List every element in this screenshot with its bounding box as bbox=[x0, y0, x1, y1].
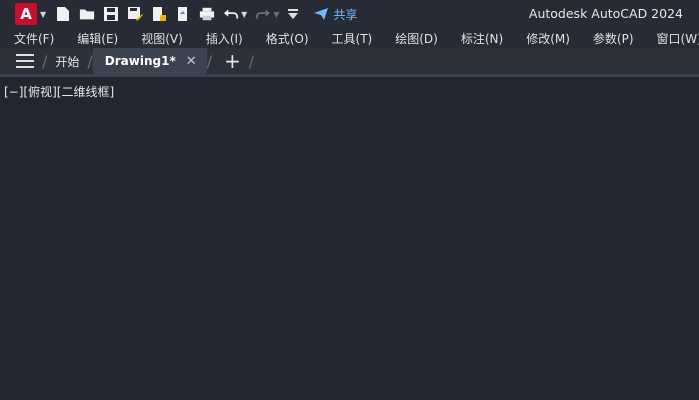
title-bar: A ▼ ▼ ▼ 共享 Autodesk AutoCAD 2024 bbox=[0, 0, 699, 28]
hamburger-menu-icon[interactable] bbox=[16, 54, 34, 68]
menu-parametric[interactable]: 参数(P) bbox=[593, 30, 634, 47]
menu-view[interactable]: 视图(V) bbox=[141, 30, 183, 47]
tab-drawing1-label: Drawing1* bbox=[104, 54, 176, 68]
window-title: Autodesk AutoCAD 2024 bbox=[528, 6, 683, 21]
redo-icon[interactable] bbox=[255, 6, 271, 22]
quick-access-toolbar: ▼ ▼ 共享 bbox=[55, 6, 357, 23]
menu-dimension[interactable]: 标注(N) bbox=[461, 30, 503, 47]
save-icon[interactable] bbox=[103, 6, 119, 22]
new-tab-icon[interactable]: + bbox=[224, 51, 241, 71]
tab-separator: / bbox=[248, 51, 255, 71]
menu-tools[interactable]: 工具(T) bbox=[332, 30, 373, 47]
menu-modify[interactable]: 修改(M) bbox=[526, 30, 570, 47]
share-button[interactable]: 共享 bbox=[313, 6, 357, 23]
menu-edit[interactable]: 编辑(E) bbox=[77, 30, 118, 47]
close-tab-icon[interactable]: ✕ bbox=[186, 54, 197, 69]
share-label: 共享 bbox=[333, 7, 358, 22]
save-as-icon[interactable] bbox=[127, 6, 144, 22]
file-tab-bar: / 开始 / Drawing1* ✕ / + / bbox=[0, 48, 699, 77]
redo-dropdown-icon[interactable]: ▼ bbox=[273, 10, 279, 19]
viewport-controls-label[interactable]: [−][俯视][二维线框] bbox=[4, 83, 114, 100]
open-folder-icon[interactable] bbox=[79, 6, 95, 22]
menu-file[interactable]: 文件(F) bbox=[14, 30, 54, 47]
undo-icon[interactable] bbox=[223, 6, 239, 22]
tab-separator: / bbox=[42, 51, 48, 71]
print-icon[interactable] bbox=[199, 6, 215, 22]
application-menu-button[interactable]: A bbox=[15, 3, 37, 25]
app-logo-letter: A bbox=[20, 4, 32, 23]
menu-format[interactable]: 格式(O) bbox=[266, 30, 309, 47]
tab-start[interactable]: 开始 bbox=[55, 53, 79, 70]
menu-draw[interactable]: 绘图(D) bbox=[395, 30, 438, 47]
drawing-canvas[interactable]: [−][俯视][二维线框] bbox=[0, 77, 699, 400]
new-file-icon[interactable] bbox=[55, 6, 71, 22]
open-from-web-icon[interactable] bbox=[151, 6, 167, 22]
undo-dropdown-icon[interactable]: ▼ bbox=[241, 10, 247, 19]
app-menu-dropdown-icon[interactable]: ▼ bbox=[40, 10, 46, 19]
tab-separator: / bbox=[206, 51, 213, 71]
tab-drawing1[interactable]: Drawing1* ✕ bbox=[92, 48, 207, 74]
menu-insert[interactable]: 插入(I) bbox=[206, 30, 243, 47]
menu-window[interactable]: 窗口(W) bbox=[657, 30, 699, 47]
save-to-web-icon[interactable] bbox=[175, 6, 191, 22]
customize-qat-icon[interactable] bbox=[285, 6, 301, 22]
menu-bar: 文件(F) 编辑(E) 视图(V) 插入(I) 格式(O) 工具(T) 绘图(D… bbox=[0, 28, 699, 48]
